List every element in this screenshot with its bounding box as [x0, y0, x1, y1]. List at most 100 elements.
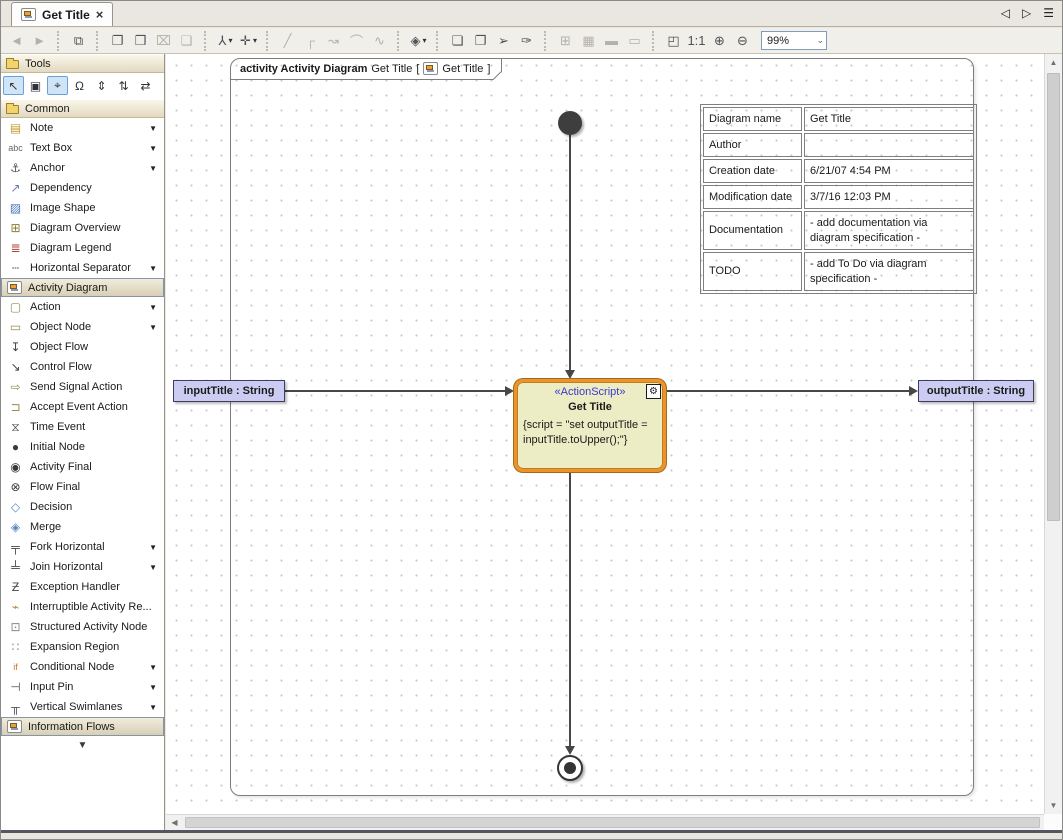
palette-item-expansion-region[interactable]: ∷Expansion Region	[1, 637, 164, 657]
object-node-dropdown-icon[interactable]: ▼	[149, 323, 160, 332]
palette-item-flow-final[interactable]: ⊗Flow Final	[1, 477, 164, 497]
edit-style-button[interactable]: ✑	[516, 30, 537, 51]
action-script-node[interactable]: ⚙ «ActionScript» Get Title {script = "se…	[514, 379, 666, 472]
info-table-row[interactable]: Author	[703, 133, 974, 157]
tab-scroll-right-icon[interactable]: ▷	[1022, 6, 1031, 20]
palette-item-object-flow[interactable]: ↧Object Flow	[1, 337, 164, 357]
distribute-vertically-tool-button[interactable]: ⇕	[91, 76, 112, 95]
palette-item-join-horizontal[interactable]: ╧Join Horizontal▼	[1, 557, 164, 577]
info-row-label[interactable]: Author	[703, 133, 802, 157]
info-table-row[interactable]: TODO- add To Do via diagram specificatio…	[703, 252, 974, 291]
palette-scroll-more-icon[interactable]: ▼	[1, 736, 164, 751]
palette-item-accept-event-action[interactable]: ⊐Accept Event Action	[1, 397, 164, 417]
copy-button[interactable]: ❐	[107, 30, 128, 51]
bring-forward-button[interactable]: ❏	[447, 30, 468, 51]
info-row-label[interactable]: Modification date	[703, 185, 802, 209]
text-box-dropdown-icon[interactable]: ▼	[149, 144, 160, 153]
zoom-1-1-button[interactable]: 1:1	[686, 30, 707, 51]
chevron-down-icon[interactable]: ⌄	[816, 35, 824, 46]
gear-icon[interactable]: ⚙	[646, 384, 661, 399]
scroll-left-icon[interactable]: ◀	[166, 815, 183, 830]
output-parameter-node[interactable]: outputTitle : String	[918, 380, 1034, 402]
anchor-dropdown-icon[interactable]: ▼	[149, 164, 160, 173]
info-table-row[interactable]: Documentation- add documentation via dia…	[703, 211, 974, 250]
vertical-scroll-thumb[interactable]	[1047, 73, 1060, 521]
common-section-header[interactable]: Common	[1, 99, 164, 118]
conditional-node-dropdown-icon[interactable]: ▼	[149, 663, 160, 672]
info-row-value[interactable]: - add To Do via diagram specification -	[804, 252, 974, 291]
swap-elements-tool-button[interactable]: ⇄	[135, 76, 156, 95]
palette-item-initial-node[interactable]: ●Initial Node	[1, 437, 164, 457]
layout-tree-button[interactable]: ⅄▾	[215, 30, 236, 51]
palette-item-decision[interactable]: ◇Decision	[1, 497, 164, 517]
control-flow-line[interactable]	[569, 134, 571, 371]
select-tool-button[interactable]: ↖	[3, 76, 24, 95]
drag-tool-button[interactable]: ⌖	[47, 76, 68, 95]
palette-item-control-flow[interactable]: ↘Control Flow	[1, 357, 164, 377]
info-table-row[interactable]: Creation date6/21/07 4:54 PM	[703, 159, 974, 183]
diagram-canvas[interactable]: activity Activity Diagram Get Title [ Ge…	[166, 54, 1046, 816]
tools-section-header[interactable]: Tools	[1, 54, 164, 73]
fill-color-dropdown-icon[interactable]: ▾	[422, 36, 426, 45]
zoom-out-button[interactable]: ⊖	[732, 30, 753, 51]
paste-button[interactable]: ❒	[130, 30, 151, 51]
action-dropdown-icon[interactable]: ▼	[149, 303, 160, 312]
info-row-value[interactable]: 6/21/07 4:54 PM	[804, 159, 974, 183]
palette-item-image-shape[interactable]: ▨Image Shape	[1, 198, 164, 218]
object-flow-line[interactable]	[285, 390, 507, 392]
palette-item-input-pin[interactable]: ⊣Input Pin▼	[1, 677, 164, 697]
info-row-label[interactable]: Creation date	[703, 159, 802, 183]
scroll-down-icon[interactable]: ▼	[1045, 797, 1062, 814]
input-parameter-node[interactable]: inputTitle : String	[173, 380, 285, 402]
tab-list-icon[interactable]: ☰	[1043, 6, 1054, 20]
palette-item-object-node[interactable]: ▭Object Node▼	[1, 317, 164, 337]
fork-horizontal-dropdown-icon[interactable]: ▼	[149, 543, 160, 552]
palette-item-exception-handler[interactable]: ƵException Handler	[1, 577, 164, 597]
layout-tree-dropdown-icon[interactable]: ▾	[228, 36, 232, 45]
zoom-region-button[interactable]: ◰	[663, 30, 684, 51]
info-row-value[interactable]: Get Title	[804, 107, 974, 131]
info-table-row[interactable]: Modification date3/7/16 12:03 PM	[703, 185, 974, 209]
palette-item-merge[interactable]: ◈Merge	[1, 517, 164, 537]
palette-item-diagram-legend[interactable]: ≣Diagram Legend	[1, 238, 164, 258]
palette-item-vertical-swimlanes[interactable]: ╥Vertical Swimlanes▼	[1, 697, 164, 717]
activity-diagram-section-header[interactable]: Activity Diagram	[1, 278, 164, 297]
object-flow-line[interactable]	[666, 390, 909, 392]
zoom-in-button[interactable]: ⊕	[709, 30, 730, 51]
zoom-level-select[interactable]: 99% ⌄	[761, 31, 827, 50]
close-icon[interactable]: ×	[96, 7, 104, 22]
horizontal-scrollbar[interactable]: ◀	[166, 814, 1044, 830]
palette-item-send-signal-action[interactable]: ⇨Send Signal Action	[1, 377, 164, 397]
tab-get-title[interactable]: Get Title ×	[11, 2, 113, 26]
diagram-frame-header[interactable]: activity Activity Diagram Get Title [ Ge…	[230, 58, 502, 80]
select-in-containment-tree-button[interactable]: ⧉	[68, 30, 89, 51]
vertical-scrollbar[interactable]: ▲ ▼	[1044, 54, 1062, 814]
join-horizontal-dropdown-icon[interactable]: ▼	[149, 563, 160, 572]
marquee-select-tool-button[interactable]: ▣	[25, 76, 46, 95]
information-flows-section-header[interactable]: Information Flows	[1, 717, 164, 736]
palette-item-text-box[interactable]: abcText Box▼	[1, 138, 164, 158]
palette-item-activity-final[interactable]: ◉Activity Final	[1, 457, 164, 477]
palette-item-anchor[interactable]: ⚓Anchor▼	[1, 158, 164, 178]
palette-item-action[interactable]: ▢Action▼	[1, 297, 164, 317]
palette-item-horizontal-separator[interactable]: ┄Horizontal Separator▼	[1, 258, 164, 278]
info-row-label[interactable]: TODO	[703, 252, 802, 291]
info-row-label[interactable]: Diagram name	[703, 107, 802, 131]
tab-scroll-left-icon[interactable]: ◁	[1001, 6, 1010, 20]
palette-item-structured-activity-node[interactable]: ⊡Structured Activity Node	[1, 617, 164, 637]
send-backward-button[interactable]: ❐	[470, 30, 491, 51]
info-row-label[interactable]: Documentation	[703, 211, 802, 250]
palette-item-dependency[interactable]: ↗Dependency	[1, 178, 164, 198]
horizontal-separator-dropdown-icon[interactable]: ▼	[149, 264, 160, 273]
diagram-info-table[interactable]: Diagram nameGet TitleAuthorCreation date…	[700, 104, 977, 294]
quick-layout-button[interactable]: ✛▾	[238, 30, 259, 51]
info-row-value[interactable]: - add documentation via diagram specific…	[804, 211, 974, 250]
input-pin-dropdown-icon[interactable]: ▼	[149, 683, 160, 692]
vertical-swimlanes-dropdown-icon[interactable]: ▼	[149, 703, 160, 712]
palette-item-interruptible-activity-region[interactable]: ⌁Interruptible Activity Re...	[1, 597, 164, 617]
horizontal-scroll-thumb[interactable]	[185, 817, 1040, 828]
note-dropdown-icon[interactable]: ▼	[149, 124, 160, 133]
compress-vertically-tool-button[interactable]: ⇅	[113, 76, 134, 95]
info-table-row[interactable]: Diagram nameGet Title	[703, 107, 974, 131]
quick-layout-dropdown-icon[interactable]: ▾	[253, 36, 257, 45]
